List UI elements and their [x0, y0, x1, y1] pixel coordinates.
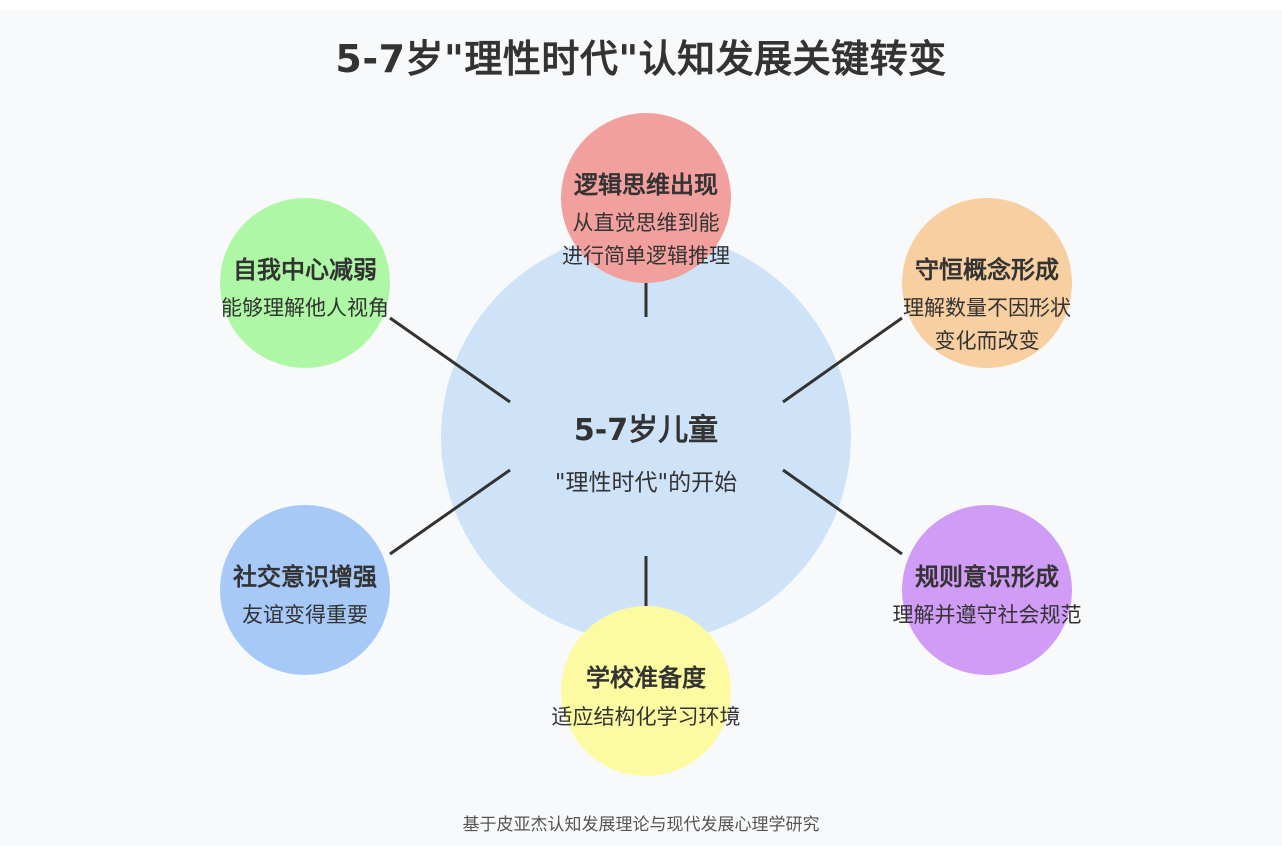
node-title-conservation: 守恒概念形成	[915, 256, 1059, 284]
node-desc-conservation-1: 理解数量不因形状	[903, 296, 1071, 320]
node-desc-conservation-2: 变化而改变	[934, 329, 1040, 353]
node-title-social: 社交意识增强	[233, 563, 377, 591]
center-subtitle: "理性时代"的开始	[554, 470, 738, 496]
node-desc-rules-1: 理解并遵守社会规范	[892, 603, 1082, 627]
center-title: 5-7岁儿童	[573, 413, 719, 448]
node-desc-school-1: 适应结构化学习环境	[551, 705, 741, 729]
node-desc-logic-2: 进行简单逻辑推理	[562, 244, 730, 268]
node-desc-logic-1: 从直觉思维到能	[572, 211, 720, 235]
footer-source-note: 基于皮亚杰认知发展理论与现代发展心理学研究	[462, 815, 820, 835]
node-desc-social-1: 友谊变得重要	[242, 603, 368, 627]
connector-bottom-right	[782, 468, 903, 556]
node-title-school: 学校准备度	[586, 664, 706, 692]
node-title-logic: 逻辑思维出现	[574, 171, 718, 199]
connector-bottom-left	[389, 468, 511, 556]
node-title-egocentrism: 自我中心减弱	[233, 256, 377, 284]
node-desc-egocentrism-1: 能够理解他人视角	[221, 296, 389, 320]
connector-top-right	[782, 316, 903, 404]
node-title-rules: 规则意识形成	[915, 563, 1059, 591]
connector-top-left	[389, 316, 511, 404]
